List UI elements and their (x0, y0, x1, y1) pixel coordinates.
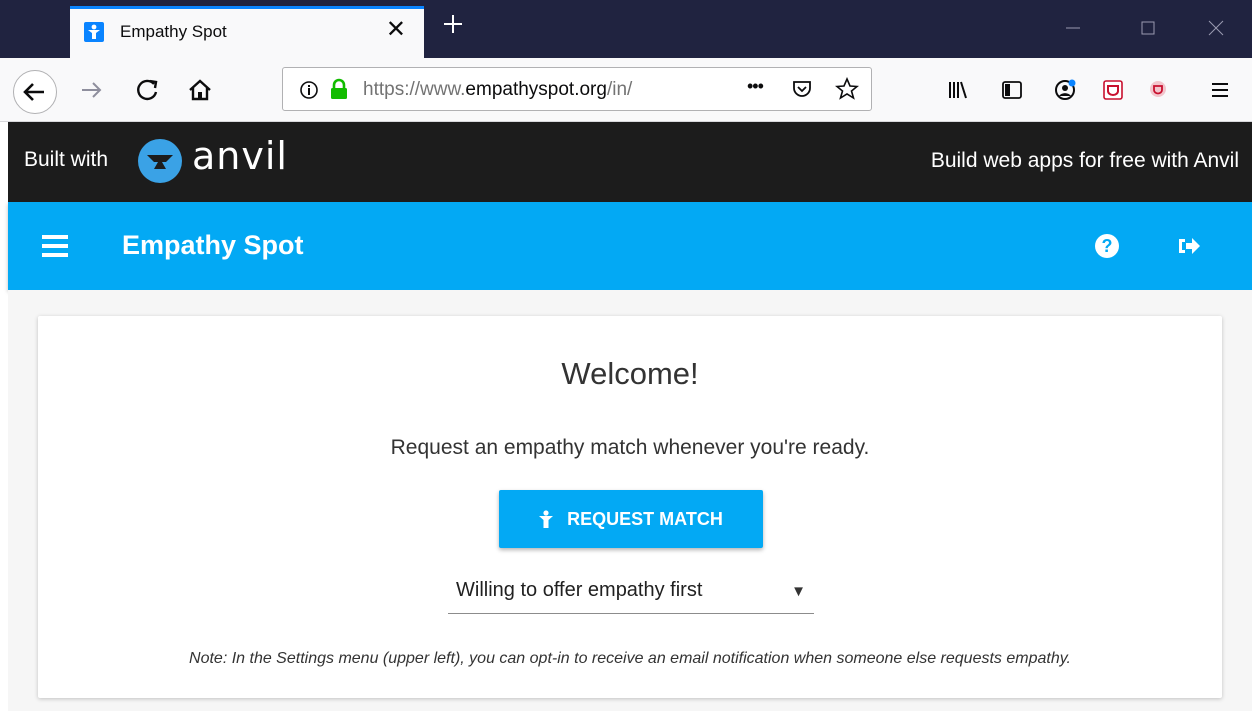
build-free-link[interactable]: Build web apps for free with Anvil (931, 149, 1239, 173)
settings-note: Note: In the Settings menu (upper left),… (189, 650, 1071, 667)
dropdown-arrow-icon[interactable]: ▼ (791, 583, 806, 600)
library-icon[interactable] (946, 78, 970, 102)
anvil-brand-logo: anvil (192, 134, 288, 178)
logout-icon[interactable] (1176, 234, 1202, 258)
account-icon[interactable] (1053, 78, 1077, 102)
menu-hamburger-icon[interactable] (42, 235, 68, 257)
tab-close-icon[interactable]: ✕ (386, 18, 406, 42)
extension-shield-icon[interactable] (1101, 78, 1125, 102)
app-title: Empathy Spot (122, 230, 304, 260)
pocket-icon[interactable] (790, 77, 814, 101)
home-button[interactable] (182, 72, 218, 108)
browser-tab-active[interactable]: Empathy Spot ✕ (70, 6, 424, 58)
url-bar[interactable]: https://www.empathyspot.org/in/ ••• (282, 67, 872, 111)
request-match-label: REQUEST MATCH (567, 508, 723, 529)
welcome-card: Welcome! Request an empathy match whenev… (38, 316, 1222, 698)
app-header: Empathy Spot ? (8, 202, 1252, 290)
sidebar-icon[interactable] (1000, 78, 1024, 102)
built-with-label: Built with (24, 148, 109, 171)
request-match-button[interactable]: REQUEST MATCH (499, 490, 763, 548)
browser-titlebar: Empathy Spot ✕ (0, 0, 1252, 58)
dropdown-selected-value: Willing to offer empathy first (456, 579, 703, 601)
maximize-window-icon[interactable] (1138, 18, 1158, 38)
tab-title: Empathy Spot (120, 22, 227, 41)
welcome-heading: Welcome! (561, 356, 699, 391)
forward-button[interactable] (74, 72, 110, 108)
help-icon[interactable]: ? (1095, 234, 1119, 258)
anvil-logo-icon (138, 139, 182, 183)
app-favicon-icon (84, 22, 104, 42)
reload-button[interactable] (130, 72, 166, 108)
empathy-preference-dropdown[interactable]: Willing to offer empathy first ▼ (448, 570, 814, 614)
anvil-banner[interactable]: Built with anvil Build web apps for free… (8, 122, 1252, 202)
new-tab-icon[interactable] (441, 12, 465, 36)
minimize-window-icon[interactable] (1063, 18, 1083, 38)
page-body: Welcome! Request an empathy match whenev… (8, 290, 1252, 711)
close-window-icon[interactable] (1206, 18, 1226, 38)
page-actions-icon[interactable]: ••• (747, 76, 771, 100)
person-icon (539, 510, 554, 528)
info-icon[interactable] (297, 78, 321, 102)
browser-navbar: https://www.empathyspot.org/in/ ••• (0, 58, 1252, 122)
extension-search-icon[interactable] (1147, 78, 1171, 102)
back-button[interactable] (13, 70, 57, 114)
browser-menu-icon[interactable] (1208, 78, 1232, 102)
welcome-subtitle: Request an empathy match whenever you're… (390, 436, 870, 459)
lock-icon[interactable] (327, 77, 351, 101)
url-text[interactable]: https://www.empathyspot.org/in/ (363, 79, 632, 101)
bookmark-star-icon[interactable] (834, 76, 860, 101)
